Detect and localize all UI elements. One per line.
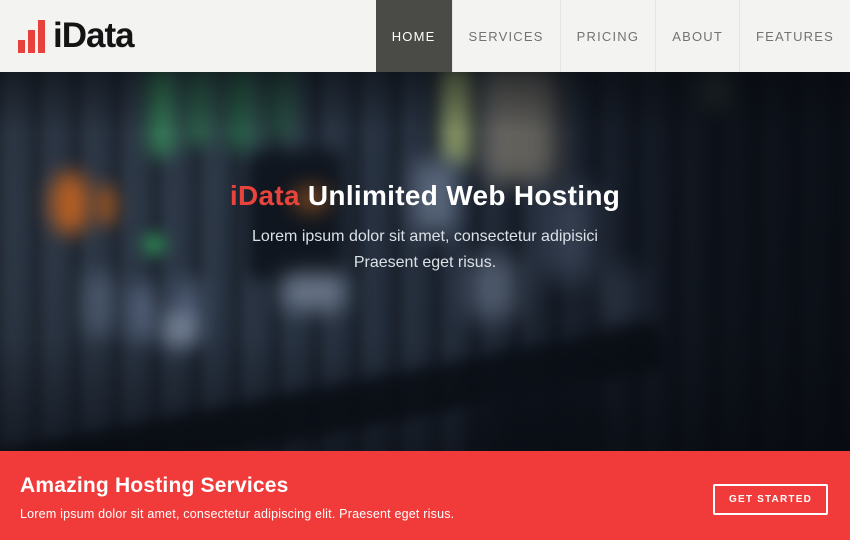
nav-item-features[interactable]: FEATURES — [739, 0, 850, 72]
nav-item-services[interactable]: SERVICES — [452, 0, 560, 72]
brand-logo[interactable]: iData — [0, 0, 134, 72]
nav-item-pricing[interactable]: PRICING — [560, 0, 656, 72]
hero-content: iData Unlimited Web Hosting Lorem ipsum … — [0, 72, 850, 276]
nav-item-home[interactable]: HOME — [376, 0, 452, 72]
bar-chart-icon — [18, 20, 45, 53]
main-nav: HOME SERVICES PRICING ABOUT FEATURES — [376, 0, 850, 72]
hero-section: iData Unlimited Web Hosting Lorem ipsum … — [0, 72, 850, 451]
cta-heading: Amazing Hosting Services — [20, 474, 289, 498]
hero-subtitle-line1: Lorem ipsum dolor sit amet, consectetur … — [0, 224, 850, 250]
brand-name: iData — [53, 16, 134, 56]
nav-item-about[interactable]: ABOUT — [655, 0, 739, 72]
hero-subtitle: Lorem ipsum dolor sit amet, consectetur … — [0, 224, 850, 276]
cta-band: Amazing Hosting Services Lorem ipsum dol… — [0, 451, 850, 540]
get-started-button[interactable]: GET STARTED — [713, 484, 828, 515]
hero-title-highlight: iData — [230, 180, 300, 211]
site-header: iData HOME SERVICES PRICING ABOUT FEATUR… — [0, 0, 850, 72]
hero-title-rest: Unlimited Web Hosting — [300, 180, 620, 211]
hero-title: iData Unlimited Web Hosting — [0, 180, 850, 212]
hero-subtitle-line2: Praesent eget risus. — [0, 250, 850, 276]
cta-text: Lorem ipsum dolor sit amet, consectetur … — [20, 507, 454, 521]
